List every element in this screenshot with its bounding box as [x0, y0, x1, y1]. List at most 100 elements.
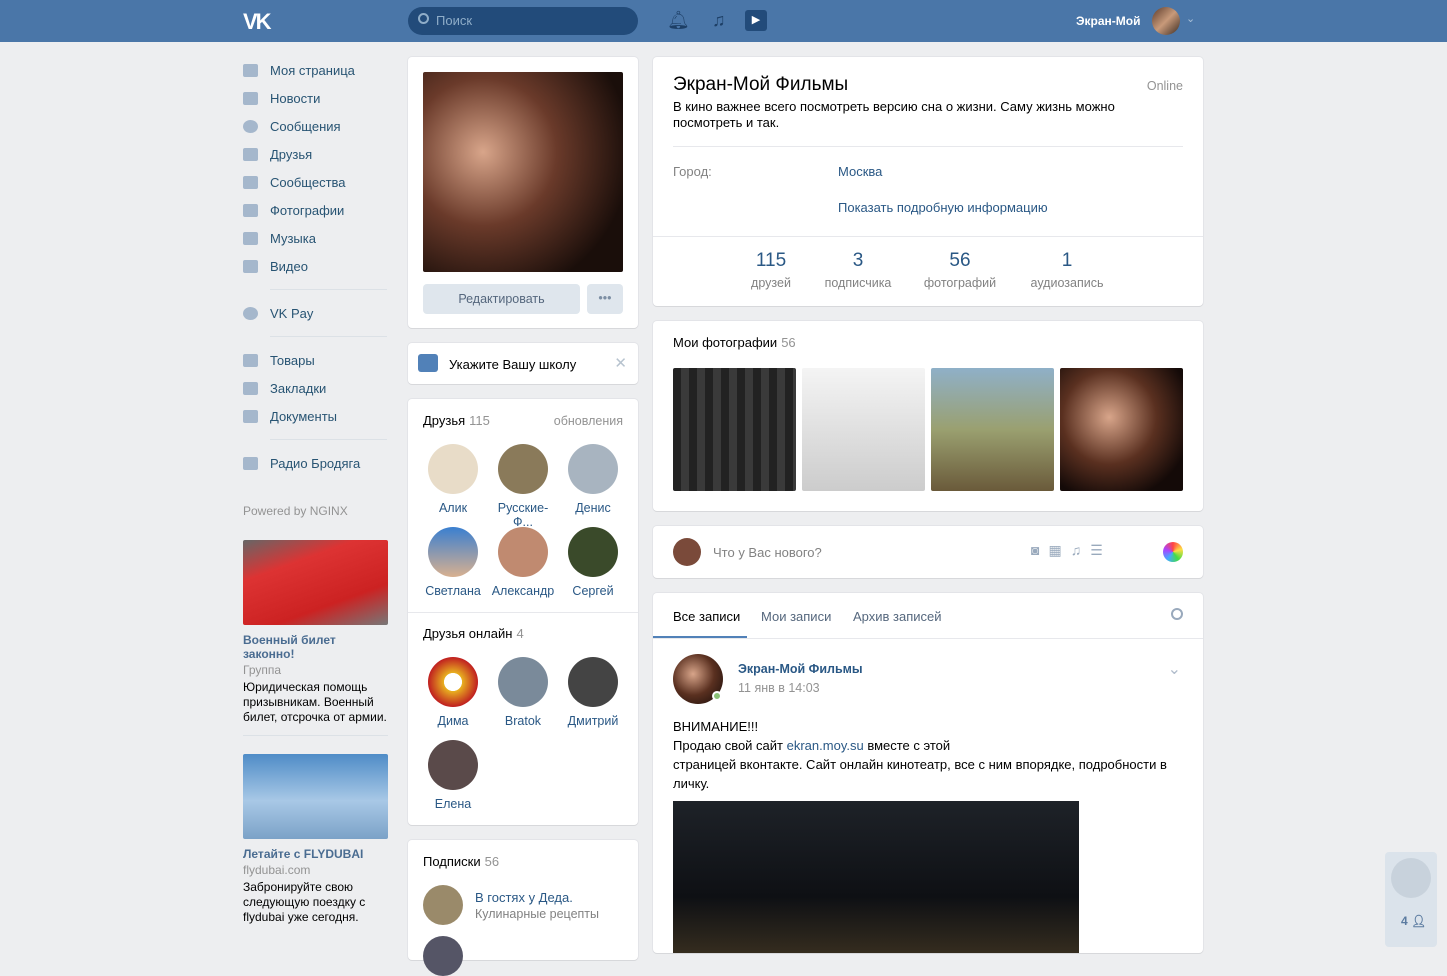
friend-name: Денис [575, 501, 611, 515]
tab-archive[interactable]: Архив записей [853, 609, 942, 624]
label: Видео [270, 258, 308, 274]
divider [243, 735, 388, 736]
music-icon[interactable]: ♫ [712, 10, 726, 31]
user-name[interactable]: Экран-Мой [1076, 14, 1141, 28]
ad-image[interactable] [243, 540, 388, 625]
stat-audio[interactable]: 1 аудиозапись [1017, 250, 1117, 290]
search-icon[interactable] [1171, 608, 1183, 620]
search-input[interactable]: Поиск [408, 7, 638, 35]
sidebar-item[interactable]: Сообщества [243, 168, 387, 196]
school-card[interactable]: Укажите Вашу школу ✕ [408, 343, 638, 384]
video-icon [243, 259, 258, 273]
subscriptions-title[interactable]: Подписки 56 [423, 854, 499, 869]
chevron-down-icon[interactable]: ⌄ [1186, 12, 1195, 25]
friend-item[interactable]: Денис [558, 444, 628, 515]
friend-name: Светлана [425, 584, 481, 598]
sidebar-item[interactable]: Закладки [243, 374, 387, 402]
vkpay-icon [243, 306, 258, 320]
tab-all-posts[interactable]: Все записи [673, 609, 740, 624]
messages-icon [243, 119, 258, 133]
photo-thumb[interactable] [673, 368, 796, 491]
sidebar-item[interactable]: Друзья [243, 140, 387, 168]
stat-followers[interactable]: 3 подписчика [813, 250, 903, 290]
photo-thumb[interactable] [802, 368, 925, 491]
video-icon[interactable]: ▦ [1048, 542, 1070, 558]
sidebar-item[interactable]: VK Pay [243, 299, 387, 327]
sidebar-item[interactable]: Музыка [243, 224, 387, 252]
post-link[interactable]: ekran.moy.su [787, 738, 864, 753]
music-icon[interactable]: ♫ [1071, 542, 1091, 558]
graffiti-icon[interactable] [1163, 542, 1183, 562]
avatar[interactable] [423, 936, 463, 976]
friend-item[interactable]: Светлана [418, 527, 488, 598]
ad-block[interactable]: Военный билет законно! Группа Юридическа… [243, 540, 388, 736]
friend-item[interactable]: Русские-Ф... [488, 444, 558, 529]
stat-photos[interactable]: 56 фотографий [915, 250, 1005, 290]
bell-icon[interactable]: 🔔︎ [667, 10, 690, 31]
stat-number: 115 [755, 250, 787, 271]
photo-thumb[interactable] [1060, 368, 1183, 491]
ad-title[interactable]: Военный билет законно! [243, 633, 388, 661]
ad-title[interactable]: Летайте с FLYDUBAI [243, 847, 388, 861]
tab-my-posts[interactable]: Мои записи [761, 609, 831, 624]
sidebar-item[interactable]: Моя страница [243, 56, 387, 84]
close-icon[interactable]: ✕ [614, 354, 627, 372]
friend-item[interactable]: Александр [488, 527, 558, 598]
text: Продаю свой сайт [673, 738, 787, 753]
online-friends-title[interactable]: Друзья онлайн 4 [423, 626, 524, 641]
sidebar-item[interactable]: Фотографии [243, 196, 387, 224]
camera-icon[interactable]: ◙ [1031, 542, 1048, 558]
ad-image[interactable] [243, 754, 388, 839]
status-text[interactable]: В кино важнее всего посмотреть версию сн… [673, 99, 1143, 131]
post-image[interactable] [673, 801, 1079, 953]
stat-friends[interactable]: 115 друзей [741, 250, 801, 290]
sidebar-item[interactable]: Сообщения [243, 112, 387, 140]
school-prompt[interactable]: Укажите Вашу школу [449, 357, 576, 372]
city-link[interactable]: Москва [838, 164, 882, 179]
friend-item[interactable]: Дима [418, 657, 488, 728]
sidebar-item[interactable]: Видео [243, 252, 387, 280]
avatar[interactable] [423, 885, 463, 925]
avatar [428, 657, 478, 707]
stat-number: 1 [1061, 250, 1073, 271]
divider [653, 638, 1203, 639]
stat-number: 56 [949, 250, 971, 271]
bag-icon [243, 353, 258, 367]
sidebar-item[interactable]: Новости [243, 84, 387, 112]
avatar[interactable] [1152, 7, 1180, 35]
composer-input[interactable]: Что у Вас нового? [713, 545, 822, 560]
label: Фотографии [270, 202, 345, 218]
subscription-name[interactable]: В гостях у Деда. [475, 890, 573, 905]
friend-item[interactable]: Сергей [558, 527, 628, 598]
vk-logo[interactable]: VK [243, 9, 272, 35]
updates-link[interactable]: обновления [554, 414, 623, 428]
profile-photo[interactable] [423, 72, 623, 272]
stat-label: друзей [751, 276, 791, 290]
friend-item[interactable]: Алик [418, 444, 488, 515]
play-icon[interactable]: ▶ [745, 10, 767, 31]
photos-title[interactable]: Мои фотографии 56 [673, 335, 796, 350]
friend-item[interactable]: Елена [418, 740, 488, 811]
sidebar-item[interactable]: Товары [243, 346, 387, 374]
show-more-info-link[interactable]: Показать подробную информацию [838, 200, 1048, 215]
news-icon [243, 91, 258, 105]
attach-icons[interactable]: ◙▦♫☰ [1031, 542, 1112, 559]
post-date[interactable]: 11 янв в 14:03 [738, 681, 820, 695]
sidebar-item[interactable]: Радио Бродяга [243, 449, 387, 477]
friend-item[interactable]: Дмитрий [558, 657, 628, 728]
chat-widget[interactable]: 4 👤︎ [1385, 852, 1437, 947]
friends-title[interactable]: Друзья 115 [423, 413, 490, 428]
text-icon[interactable]: ☰ [1090, 542, 1112, 558]
edit-button[interactable]: Редактировать [423, 284, 580, 314]
more-button[interactable]: ••• [587, 284, 623, 314]
post-composer[interactable]: Что у Вас нового? ◙▦♫☰ [653, 526, 1203, 578]
post-author[interactable]: Экран-Мой Фильмы [738, 662, 863, 676]
sidebar-item[interactable]: Документы [243, 402, 387, 430]
photo-thumb[interactable] [931, 368, 1054, 491]
chevron-down-icon[interactable]: ⌄ [1168, 659, 1181, 679]
friend-item[interactable]: Bratok [488, 657, 558, 728]
friend-name: Дмитрий [567, 714, 619, 728]
online-count: 4 👤︎ [1401, 914, 1426, 928]
ad-block[interactable]: Летайте с FLYDUBAI flydubai.com Забронир… [243, 754, 388, 925]
label: Закладки [270, 380, 327, 396]
